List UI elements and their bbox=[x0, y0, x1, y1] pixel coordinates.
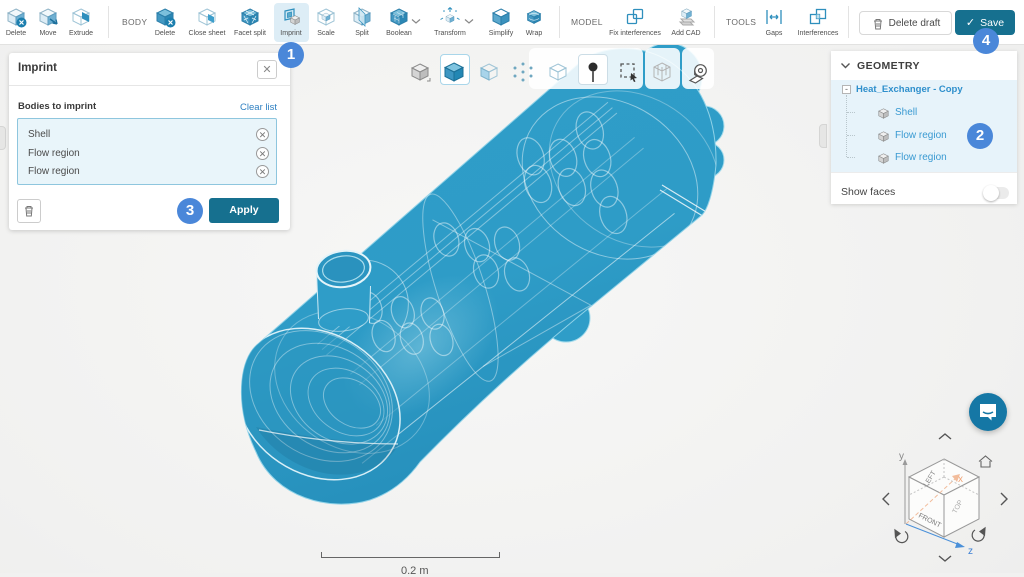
svg-text:x: x bbox=[958, 474, 963, 485]
svg-text:z: z bbox=[968, 546, 973, 557]
svg-text:y: y bbox=[899, 451, 904, 462]
